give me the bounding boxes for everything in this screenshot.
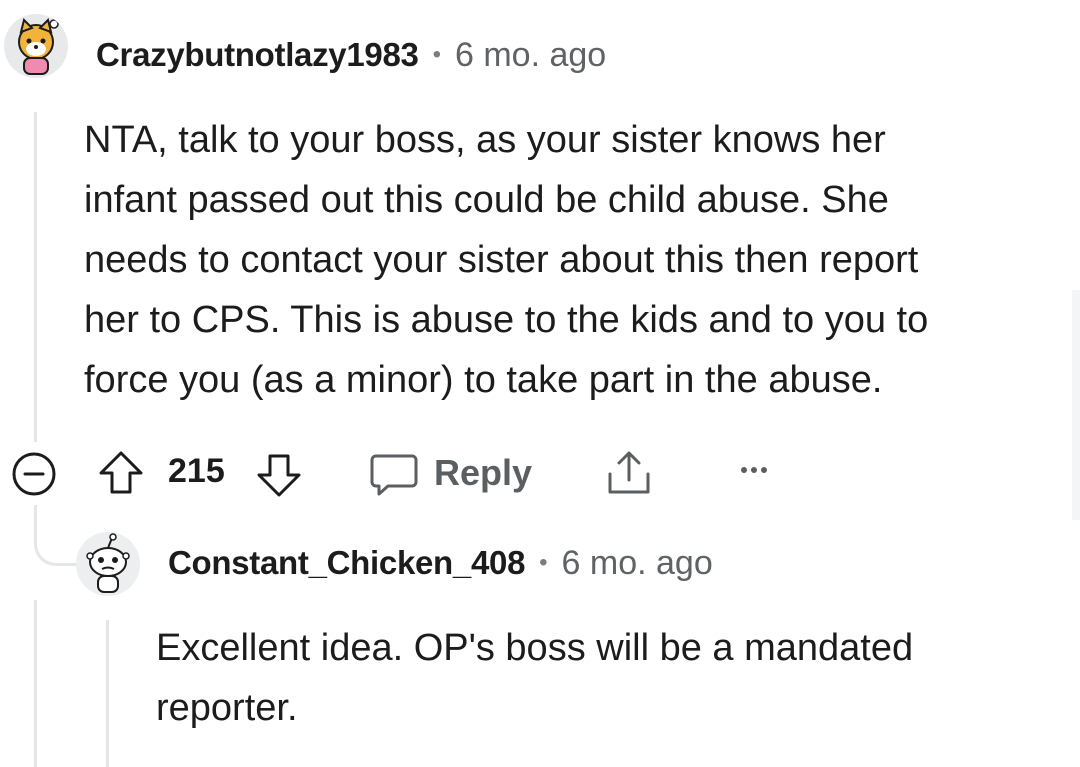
comment-body: NTA, talk to your boss, as your sister k… — [84, 110, 928, 410]
comment-avatar[interactable] — [4, 14, 68, 78]
comment-action-bar: 215 Reply — [0, 440, 1080, 502]
shiba-avatar-icon — [18, 18, 59, 75]
reply-meta: Constant_Chicken_408 • 6 mo. ago — [168, 544, 713, 583]
reply-bubble-icon — [370, 454, 418, 496]
reply-thread-line[interactable] — [106, 620, 109, 767]
reply-label: Reply — [434, 452, 533, 493]
comment-body-line: force you (as a minor) to take part in t… — [84, 359, 883, 401]
comment-thread-line[interactable] — [34, 112, 37, 442]
more-dots-icon — [741, 467, 767, 473]
outer-thread-line[interactable] — [34, 600, 37, 767]
reply-timestamp[interactable]: 6 mo. ago — [562, 544, 713, 583]
more-options-button[interactable] — [732, 452, 776, 492]
reply-body-line: Excellent idea. OP's boss will be a mand… — [156, 627, 914, 669]
upvote-arrow-icon — [99, 451, 143, 494]
collapse-minus-icon — [12, 452, 56, 496]
comment-body-line: needs to contact your sister about this … — [84, 239, 919, 281]
share-button[interactable] — [604, 448, 654, 498]
reply-avatar[interactable] — [76, 532, 140, 596]
share-upload-icon — [608, 451, 650, 494]
meta-separator: • — [539, 549, 548, 576]
upvote-button[interactable] — [96, 448, 146, 498]
comment-body-line: infant passed out this could be child ab… — [84, 179, 889, 221]
reply-username[interactable]: Constant_Chicken_408 — [168, 544, 525, 582]
comment-username[interactable]: Crazybutnotlazy1983 — [96, 36, 419, 74]
snoo-avatar-icon — [86, 533, 130, 593]
reply-button[interactable]: Reply — [366, 448, 536, 498]
reply-body: Excellent idea. OP's boss will be a mand… — [156, 618, 913, 738]
scrollbar-track[interactable] — [1072, 290, 1080, 520]
comment-body-line: her to CPS. This is abuse to the kids an… — [84, 299, 929, 341]
comment-meta: Crazybutnotlazy1983 • 6 mo. ago — [96, 36, 606, 75]
comment-body-line: NTA, talk to your boss, as your sister k… — [84, 119, 886, 161]
downvote-arrow-icon — [257, 454, 301, 497]
downvote-button[interactable] — [254, 450, 304, 500]
meta-separator: • — [432, 41, 441, 68]
reply-body-line: reporter. — [156, 687, 298, 729]
collapse-button[interactable] — [10, 450, 58, 498]
vote-score: 215 — [168, 452, 225, 490]
comment-timestamp[interactable]: 6 mo. ago — [455, 36, 606, 75]
reply-connector-line — [34, 505, 77, 566]
